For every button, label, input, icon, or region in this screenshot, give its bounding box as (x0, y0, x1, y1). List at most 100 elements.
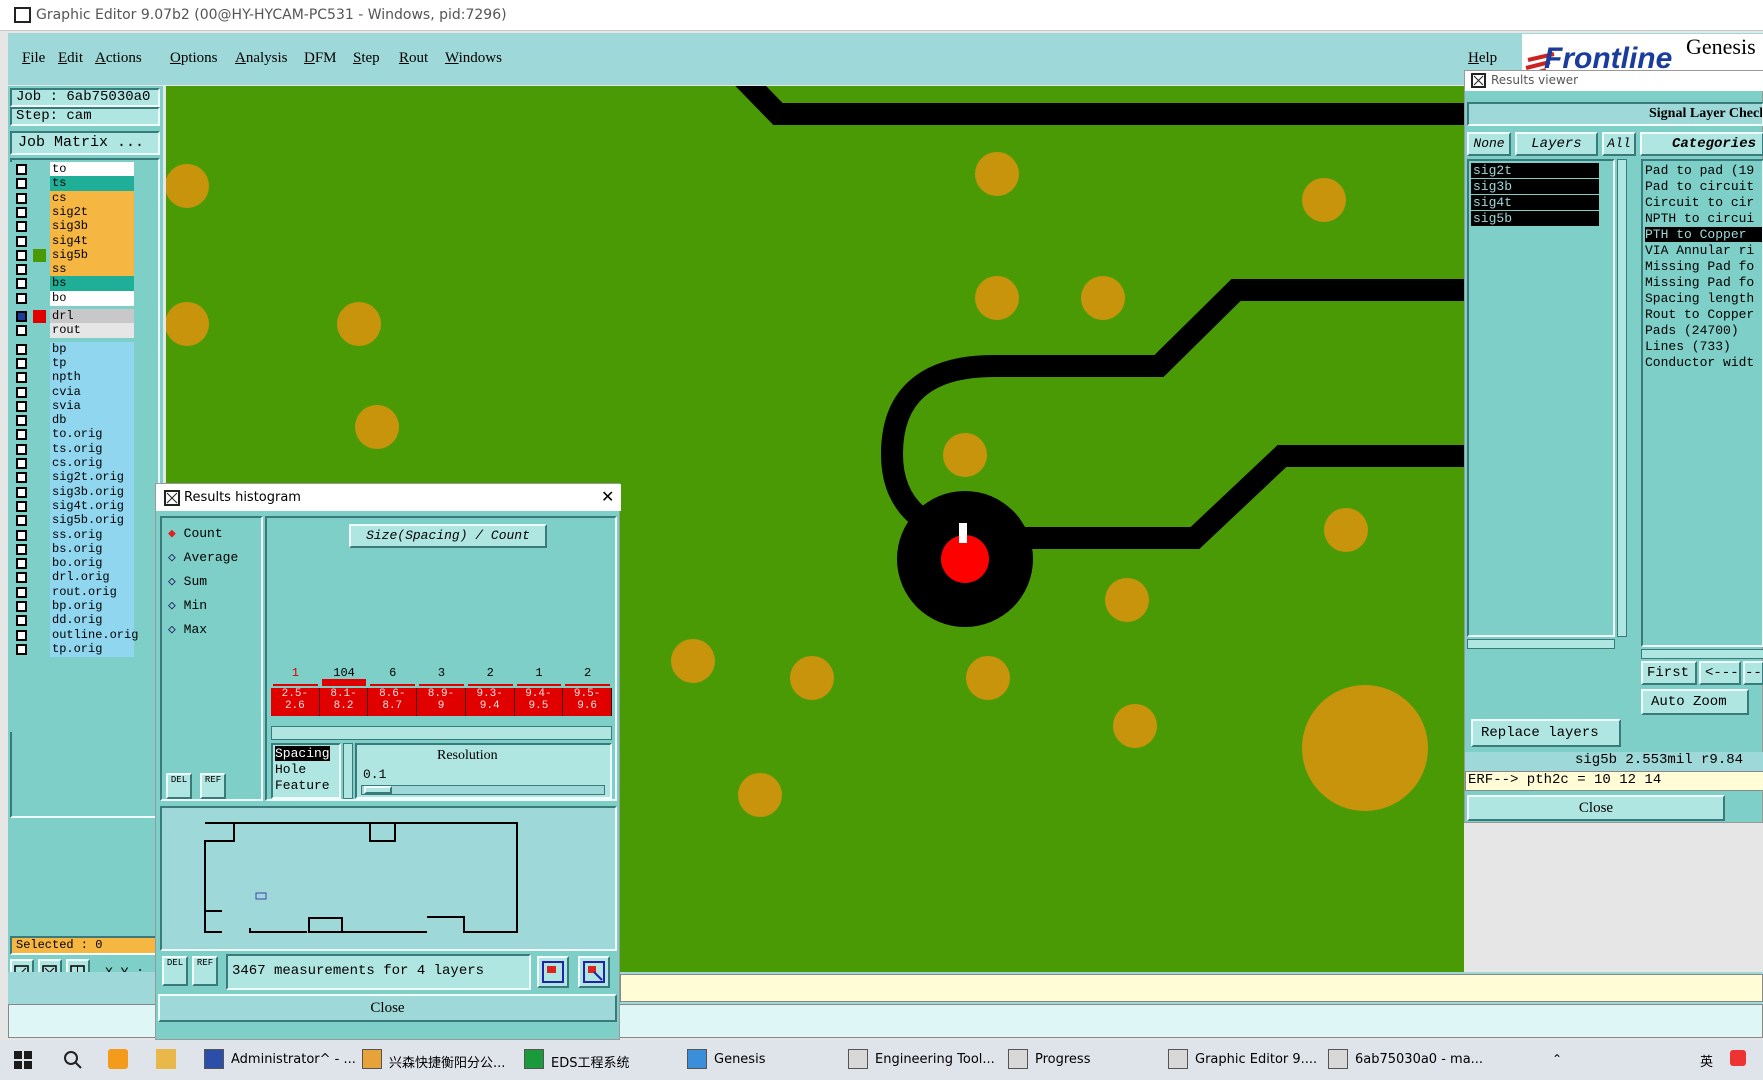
layer-row-to[interactable]: to (12, 162, 134, 177)
menu-edit[interactable]: Edit (58, 50, 83, 67)
histogram-bar[interactable] (565, 684, 610, 686)
category-item[interactable]: VIA Annular ri (1645, 243, 1762, 258)
ref-button-2[interactable]: REF (192, 956, 218, 986)
prev-button[interactable]: <--- (1699, 661, 1741, 685)
category-item[interactable]: PTH to Copper (1645, 227, 1762, 242)
category-item[interactable]: Pad to circuit (1645, 179, 1762, 194)
none-button[interactable]: None (1467, 132, 1511, 156)
layer-row-bp[interactable]: bp (12, 341, 134, 357)
layer-row-outline-orig[interactable]: outline.orig (12, 627, 138, 643)
layer-checkbox[interactable] (16, 206, 27, 218)
ref-button[interactable]: REF (200, 773, 226, 799)
app-star-icon[interactable] (108, 1049, 128, 1069)
layer-row-sig3b[interactable]: sig3b (12, 219, 134, 235)
layer-checkbox[interactable] (16, 486, 27, 498)
kind-scrollbar[interactable] (343, 743, 353, 799)
histogram-bar[interactable] (419, 684, 464, 686)
layer-checkbox[interactable] (16, 558, 27, 570)
layer-row-ts[interactable]: ts (12, 176, 134, 192)
tray-app-icon[interactable] (1730, 1050, 1746, 1066)
layer-row-drl[interactable]: drl (12, 309, 134, 324)
kind-item-spacing[interactable]: Spacing (275, 746, 330, 761)
resolution-slider-thumb[interactable] (364, 786, 392, 794)
layers-hscrollbar[interactable] (1467, 639, 1615, 649)
taskbar-item[interactable]: Progress (1035, 1052, 1090, 1067)
layer-row-bp-orig[interactable]: bp.orig (12, 599, 134, 614)
layer-checkbox[interactable] (16, 443, 27, 455)
layer-row-bs[interactable]: bs (12, 276, 134, 292)
layer-checkbox[interactable] (16, 372, 27, 384)
menu-help[interactable]: Help (1468, 50, 1497, 67)
del-button-2[interactable]: DEL (162, 956, 188, 986)
categories-button[interactable]: Categories (1640, 132, 1763, 156)
layer-row-ss-orig[interactable]: ss.orig (12, 527, 134, 543)
menu-analysis[interactable]: Analysis (235, 50, 288, 67)
layer-checkbox[interactable] (16, 311, 27, 322)
category-item[interactable]: Missing Pad fo (1645, 259, 1762, 274)
histogram-bin[interactable]: 8.1- 8.2 (319, 688, 369, 716)
histogram-bar[interactable] (516, 684, 562, 686)
histogram-bin[interactable]: 9.5- 9.6 (563, 688, 612, 716)
taskbar-item[interactable]: Graphic Editor 9.... (1195, 1052, 1317, 1067)
category-item[interactable]: NPTH to circui (1645, 211, 1762, 226)
layer-checkbox[interactable] (16, 264, 27, 276)
tray-arrow-icon[interactable]: ⌃ (1552, 1052, 1562, 1066)
layer-row-cs[interactable]: cs (12, 190, 134, 206)
histogram-bin[interactable]: 9.4- 9.5 (514, 688, 564, 716)
layer-checkbox[interactable] (16, 643, 27, 655)
layer-row-to-orig[interactable]: to.orig (12, 427, 134, 443)
histogram-close-button[interactable]: Close (158, 994, 617, 1022)
search-icon[interactable] (63, 1050, 83, 1070)
layer-row-sig2t[interactable]: sig2t (12, 204, 134, 220)
menu-options[interactable]: Options (170, 50, 218, 67)
histogram-bar[interactable] (370, 684, 416, 686)
layer-checkbox[interactable] (16, 292, 27, 304)
layer-row-sig4t-orig[interactable]: sig4t.orig (12, 498, 134, 514)
layer-row-rout-orig[interactable]: rout.orig (12, 584, 134, 600)
layers-button[interactable]: Layers (1515, 132, 1598, 156)
taskbar-item[interactable]: Administrator^ - ... (231, 1052, 356, 1067)
taskbar-item[interactable]: Genesis (714, 1052, 765, 1067)
layer-checkbox[interactable] (16, 386, 27, 398)
resolution-slider[interactable] (361, 785, 605, 795)
histogram-bin[interactable]: 2.5- 2.6 (271, 688, 320, 716)
category-item[interactable]: Spacing length (1645, 291, 1762, 306)
category-item[interactable]: Lines (733) (1645, 339, 1762, 354)
layer-row-cs-orig[interactable]: cs.orig (12, 456, 134, 471)
layer-checkbox[interactable] (16, 343, 27, 355)
results-close-button[interactable]: Close (1467, 795, 1725, 821)
layer-checkbox[interactable] (16, 357, 27, 369)
layer-checkbox[interactable] (16, 221, 27, 233)
menu-step[interactable]: Step (353, 50, 380, 67)
histogram-bin[interactable]: 8.9- 9 (417, 688, 466, 716)
job-matrix-button[interactable]: Job Matrix ... (10, 131, 160, 155)
result-layer-item[interactable]: sig2t (1471, 163, 1599, 178)
layer-row-db[interactable]: db (12, 413, 134, 429)
mode-option-sum[interactable]: ◇ Sum (168, 574, 207, 589)
layers-scrollbar[interactable] (1617, 159, 1627, 637)
mode-option-max[interactable]: ◇ Max (168, 622, 207, 637)
del-button[interactable]: DEL (166, 773, 192, 799)
layer-row-ts-orig[interactable]: ts.orig (12, 441, 134, 457)
layer-row-bo[interactable]: bo (12, 290, 134, 306)
auto-zoom-button[interactable]: Auto Zoom (1641, 689, 1749, 715)
layer-checkbox[interactable] (16, 415, 27, 427)
layer-row-cvia[interactable]: cvia (12, 384, 134, 400)
layer-checkbox[interactable] (16, 192, 27, 204)
layer-checkbox[interactable] (16, 249, 27, 261)
layer-row-sig3b-orig[interactable]: sig3b.orig (12, 484, 134, 500)
layer-row-rout[interactable]: rout (12, 323, 134, 339)
taskbar-item[interactable]: 6ab75030a0 - ma... (1355, 1052, 1483, 1067)
layer-checkbox[interactable] (16, 400, 27, 412)
mode-option-count[interactable]: ◆ Count (168, 526, 223, 541)
layer-row-sig2t-orig[interactable]: sig2t.orig (12, 470, 134, 486)
result-layer-item[interactable]: sig3b (1471, 179, 1599, 194)
category-item[interactable]: Pads (24700) (1645, 323, 1762, 338)
histogram-scrollbar[interactable] (271, 726, 612, 740)
histogram-bar[interactable] (321, 679, 367, 686)
histogram-close-icon[interactable]: ✕ (601, 487, 614, 506)
board-overview[interactable] (160, 806, 617, 951)
layer-checkbox[interactable] (16, 278, 27, 290)
next-button[interactable]: -- (1743, 661, 1763, 685)
layer-row-tp-orig[interactable]: tp.orig (12, 641, 134, 657)
